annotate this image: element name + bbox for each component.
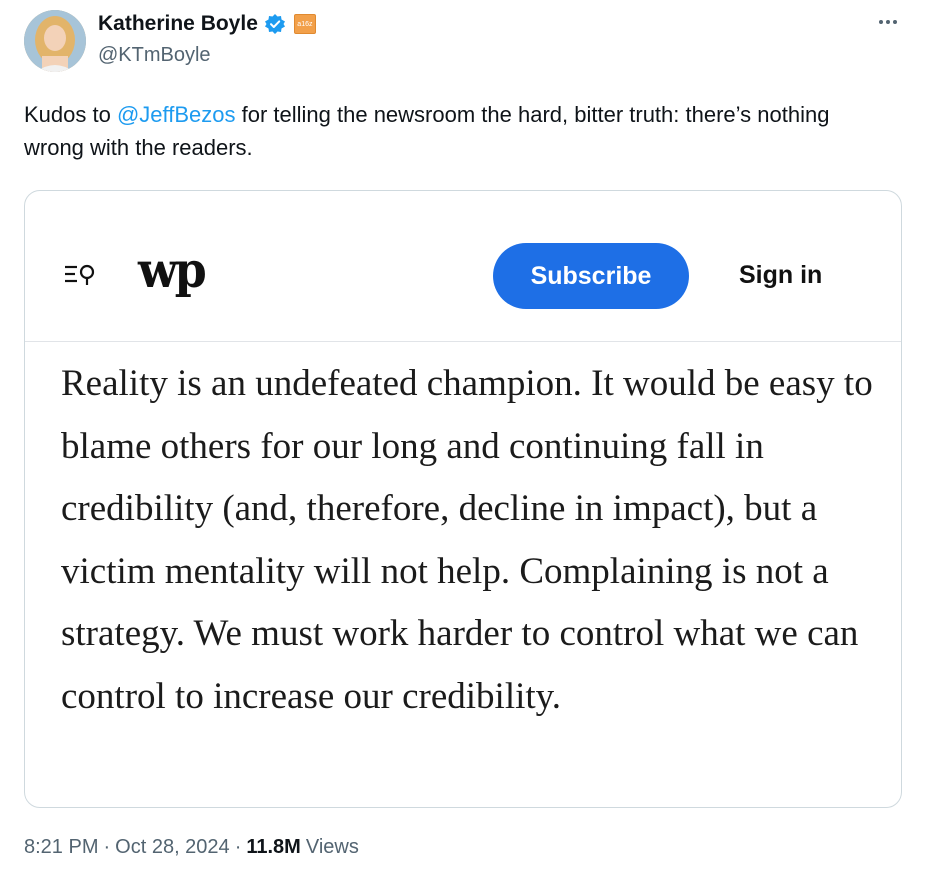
tweet-meta: 8:21 PM · Oct 28, 2024 · 11.8M Views [24, 836, 359, 859]
dot-icon [893, 20, 897, 24]
meta-separator: · [234, 836, 242, 858]
author-name[interactable]: Katherine Boyle [98, 12, 258, 36]
article-excerpt: Reality is an undefeated champion. It wo… [61, 363, 873, 717]
views-label: Views [305, 836, 359, 858]
author-handle[interactable]: @KTmBoyle [98, 44, 211, 67]
affiliation-badge-icon[interactable]: a16z [293, 14, 316, 34]
more-options-icon[interactable] [874, 14, 902, 30]
tweet-date[interactable]: Oct 28, 2024 [115, 836, 230, 859]
views-count: 11.8M [246, 836, 301, 858]
tweet-time[interactable]: 8:21 PM [24, 836, 98, 859]
menu-search-icon[interactable] [63, 263, 101, 287]
wp-header: wp Subscribe Sign in [25, 191, 901, 342]
tweet-text: Kudos to @JeffBezos for telling the news… [24, 98, 884, 164]
quoted-image-card[interactable]: wp Subscribe Sign in Reality is an undef… [24, 190, 902, 808]
dot-icon [886, 20, 890, 24]
dot-icon [879, 20, 883, 24]
mention-link[interactable]: @JeffBezos [117, 102, 236, 127]
meta-separator: · [103, 836, 111, 858]
author-name-row: Katherine Boyle a16z [98, 12, 316, 36]
verified-badge-icon [264, 13, 286, 35]
tweet-text-before: Kudos to [24, 102, 117, 127]
avatar[interactable] [24, 10, 86, 72]
subscribe-button[interactable]: Subscribe [493, 243, 689, 309]
wp-logo[interactable]: wp [138, 246, 207, 294]
sign-in-link[interactable]: Sign in [739, 261, 822, 290]
